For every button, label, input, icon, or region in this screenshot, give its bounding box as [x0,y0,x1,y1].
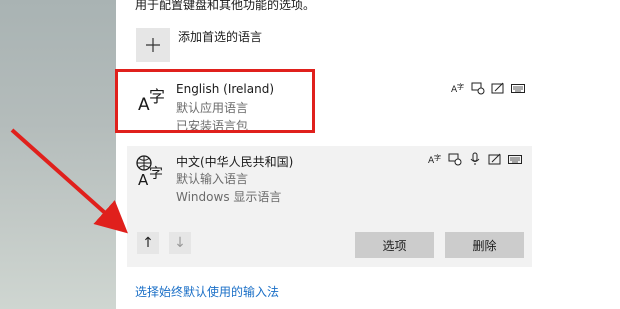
remove-button[interactable]: 删除 [445,232,524,258]
options-button[interactable]: 选项 [355,232,434,258]
add-language-button[interactable] [136,27,170,63]
keyboard-icon [508,151,522,165]
arrow-up-icon: ↑ [142,235,154,251]
language-input-icon: A 字 [135,154,169,189]
svg-text:字: 字 [149,166,163,182]
move-down-button[interactable]: ↓ [169,232,191,254]
speech-recognition-icon [471,80,485,95]
language-features: A字 [451,80,525,95]
language-status-line: 默认输入语言 [176,172,249,186]
highlight-rectangle [115,69,315,133]
language-features: A字 [428,151,522,166]
arrow-down-icon: ↓ [174,235,186,251]
keyboard-icon [511,80,525,94]
add-language-label: 添加首选的语言 [178,30,263,44]
language-status-line: Windows 显示语言 [176,190,282,204]
microphone-icon [468,151,482,165]
language-name-chinese[interactable]: 中文(中华人民共和国) [176,153,293,170]
move-up-button[interactable]: ↑ [137,232,159,254]
text-to-speech-icon: A字 [428,151,442,166]
description-text: 用于配置键盘和其他功能的选项。 [135,0,316,12]
svg-text:字: 字 [434,153,441,162]
svg-text:A: A [138,171,149,188]
text-to-speech-icon: A字 [451,80,465,95]
desktop-background [0,0,116,309]
speech-recognition-icon [448,151,462,166]
handwriting-icon [488,151,502,165]
svg-text:字: 字 [457,82,464,91]
plus-icon [136,28,170,62]
handwriting-icon [491,80,505,94]
default-input-method-link[interactable]: 选择始终默认使用的输入法 [135,283,279,300]
